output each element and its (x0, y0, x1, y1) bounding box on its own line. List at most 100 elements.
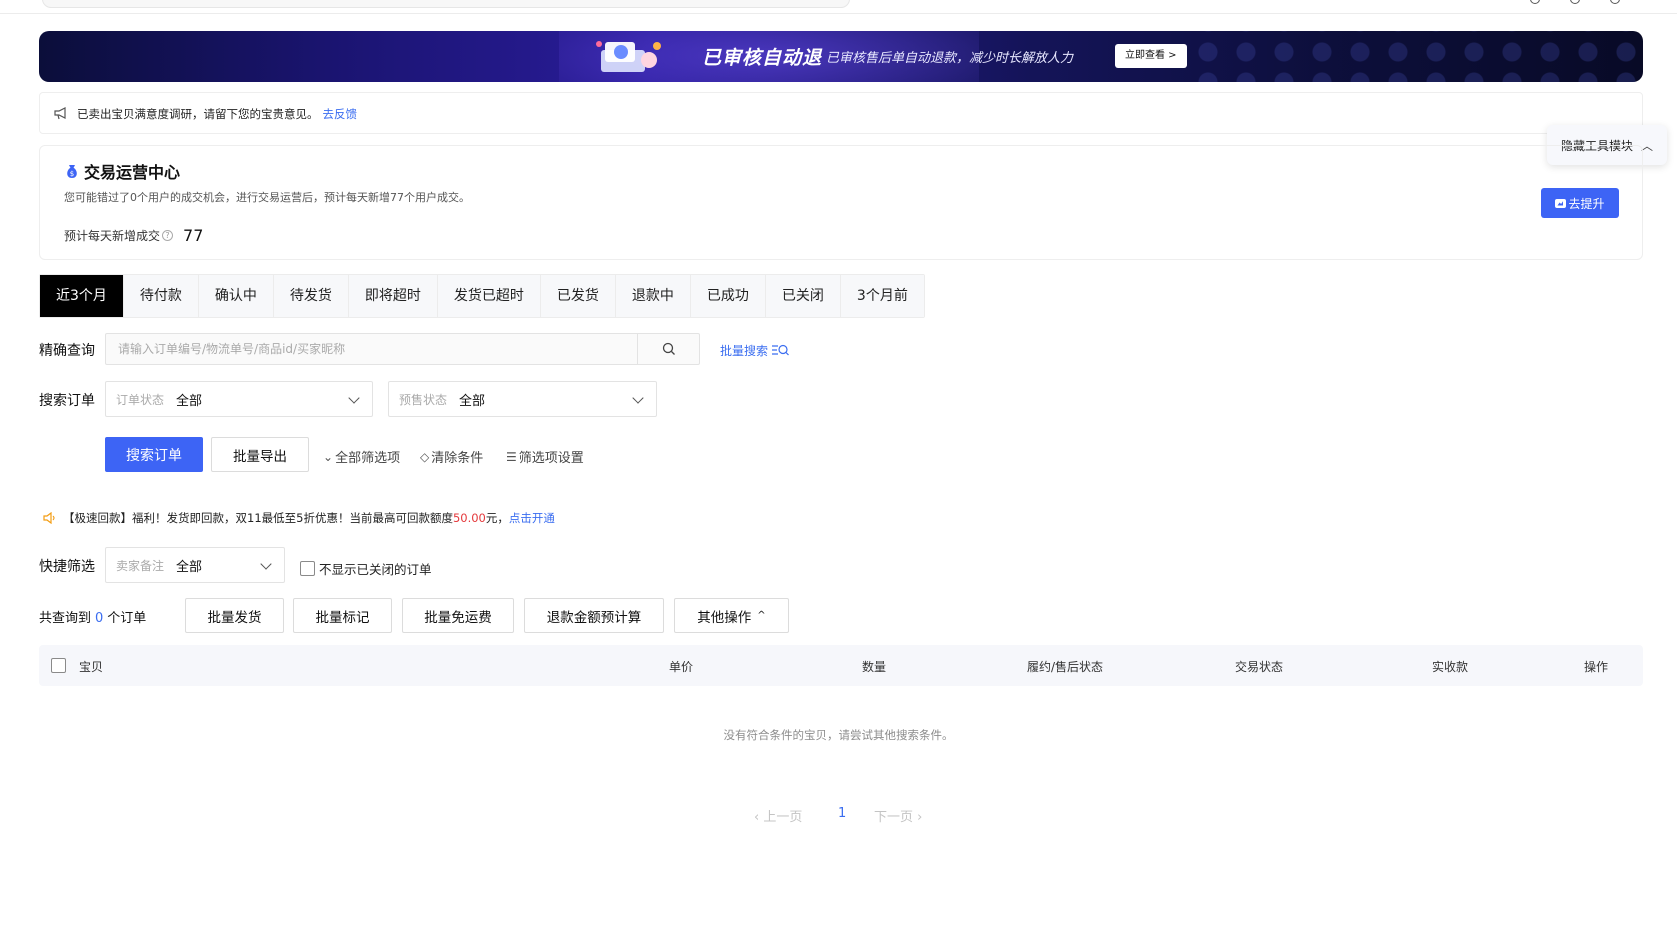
all-filters-toggle[interactable]: ⌄ 全部筛选项 (323, 447, 401, 467)
order-status-select[interactable]: 订单状态 全部 (105, 381, 373, 417)
other-actions-button[interactable]: 其他操作 ^ (674, 598, 789, 633)
clear-conditions-label: 清除条件 (431, 451, 484, 466)
hide-closed-orders-checkbox[interactable]: 不显示已关闭的订单 (300, 559, 432, 578)
help-icon[interactable]: ? (162, 230, 174, 241)
result-count: 共查询到 0 个订单 (39, 607, 146, 626)
presale-status-key: 预售状态 (399, 392, 448, 407)
select-all-checkbox[interactable] (51, 658, 66, 673)
search-orders-button[interactable]: 搜索订单 (105, 437, 203, 472)
top-icon-3[interactable] (1610, 0, 1620, 4)
speaker-icon (43, 512, 55, 524)
banner-cta-button[interactable]: 立即查看 > (1115, 44, 1187, 68)
filter-settings-label: 筛选项设置 (518, 451, 584, 466)
checkbox[interactable] (300, 561, 315, 576)
tab-last-3-months[interactable]: 近3个月 (40, 275, 124, 317)
col-trade-status: 交易状态 (1235, 660, 1284, 674)
search-icon (662, 342, 675, 355)
notice-text: 已卖出宝贝满意度调研，请留下您的宝贵意见。 去反馈 (77, 106, 357, 122)
fast-payment-promo: 【极速回款】福利！发货即回款，双11最低至5折优惠！当前最高可回款额度 50.00… (43, 510, 555, 526)
col-quantity: 数量 (862, 660, 887, 674)
chevron-left-icon: ‹ (754, 810, 760, 825)
hide-closed-label: 不显示已关闭的订单 (319, 562, 432, 577)
banner-illustration-icon (596, 41, 661, 72)
refund-precalc-button[interactable]: 退款金额预计算 (524, 598, 664, 633)
top-search-bar[interactable] (42, 0, 850, 8)
presale-status-select[interactable]: 预售状态 全部 (388, 381, 657, 417)
chevron-down-icon (348, 392, 360, 404)
menu-icon: ☰ (506, 449, 517, 464)
metric-value: 77 (183, 226, 204, 245)
order-status-value: 全部 (176, 393, 203, 409)
seller-note-key: 卖家备注 (116, 558, 165, 573)
col-item: 宝贝 (79, 660, 104, 674)
clear-conditions-button[interactable]: ◇ 清除条件 (420, 447, 484, 467)
ops-metric: 预计每天新增成交 ? 77 (64, 226, 203, 245)
batch-free-shipping-button[interactable]: 批量免运费 (402, 598, 514, 633)
banner-description: 已审核售后单自动退款，减少时长解放人力 (826, 51, 1074, 66)
banner-title: 已审核自动退 (702, 47, 823, 69)
notice-message: 已卖出宝贝满意度调研，请留下您的宝贵意见。 (77, 107, 319, 121)
empty-state-message: 没有符合条件的宝贝，请尝试其他搜索条件。 (723, 728, 954, 742)
megaphone-icon (54, 107, 66, 120)
top-icon-2[interactable] (1570, 0, 1580, 4)
order-table-header: 宝贝 单价 数量 履约/售后状态 交易状态 实收款 操作 (39, 645, 1643, 686)
order-status-tabs: 近3个月 待付款 确认中 待发货 即将超时 发货已超时 已发货 退款中 已成功 … (39, 274, 925, 318)
promo-activate-link[interactable]: 点击开通 (509, 510, 555, 526)
all-filters-label: 全部筛选项 (335, 451, 401, 466)
search-input[interactable] (106, 334, 626, 364)
seller-note-select[interactable]: 卖家备注 全部 (105, 547, 285, 583)
filter-settings-button[interactable]: ☰ 筛选项设置 (506, 447, 584, 467)
tab-to-ship[interactable]: 待发货 (273, 275, 349, 317)
seller-note-value: 全部 (176, 559, 203, 575)
other-actions-label: 其他操作 (697, 609, 752, 626)
chevron-down-icon (260, 558, 272, 570)
batch-mark-button[interactable]: 批量标记 (293, 598, 392, 633)
col-amount-received: 实收款 (1432, 660, 1469, 674)
promo-text: 【极速回款】福利！发货即回款，双11最低至5折优惠！当前最高可回款额度 (63, 511, 453, 525)
presale-status-value: 全部 (459, 393, 486, 409)
list-search-icon (771, 344, 789, 356)
tab-refunding[interactable]: 退款中 (615, 275, 691, 317)
tab-shipped[interactable]: 已发货 (540, 275, 616, 317)
top-icon-1[interactable] (1530, 0, 1540, 4)
batch-search-link[interactable]: 批量搜索 (720, 342, 790, 359)
promo-banner[interactable]: 已审核自动退 已审核售后单自动退款，减少时长解放人力 立即查看 > (39, 31, 1643, 82)
batch-export-button[interactable]: 批量导出 (211, 437, 309, 472)
batch-ship-button[interactable]: 批量发货 (185, 598, 284, 633)
improve-button-label: 去提升 (1568, 196, 1605, 211)
next-page-button[interactable]: 下一页 › (874, 806, 922, 825)
prev-page-button[interactable]: ‹ 上一页 (754, 806, 802, 825)
tab-confirming[interactable]: 确认中 (198, 275, 274, 317)
prev-page-label: 上一页 (763, 810, 803, 825)
order-status-key: 订单状态 (116, 392, 165, 407)
tab-pending-payment[interactable]: 待付款 (123, 275, 199, 317)
col-actions: 操作 (1584, 660, 1609, 674)
survey-notice: 已卖出宝贝满意度调研，请留下您的宝贵意见。 去反馈 (39, 92, 1643, 134)
tab-succeeded[interactable]: 已成功 (690, 275, 766, 317)
search-box (105, 333, 700, 365)
chevron-down-icon (632, 392, 644, 404)
chevron-up-icon: ^ (757, 610, 766, 621)
page-1-button[interactable]: 1 (838, 806, 846, 821)
banner-decoration (1189, 31, 1643, 82)
result-count-value: 0 (95, 611, 104, 626)
promo-amount: 50.00 (452, 511, 486, 525)
tab-closed[interactable]: 已关闭 (765, 275, 841, 317)
col-fulfillment-status: 履约/售后状态 (1027, 660, 1104, 674)
quick-filter-label: 快捷筛选 (39, 559, 95, 575)
ops-subtitle: 您可能错过了0个用户的成交机会，进行交易运营后，预计每天新增77个用户成交。 (64, 191, 470, 204)
tab-shipping-overdue[interactable]: 发货已超时 (437, 275, 541, 317)
tab-before-3-months[interactable]: 3个月前 (840, 275, 924, 317)
col-unit-price: 单价 (669, 660, 694, 674)
ops-header: $ 交易运营中心 (64, 159, 180, 183)
money-bag-icon: $ (67, 165, 77, 178)
metric-label: 预计每天新增成交 (64, 229, 161, 243)
tab-about-to-timeout[interactable]: 即将超时 (348, 275, 438, 317)
ops-title: 交易运营中心 (84, 163, 181, 182)
top-header-strip (0, 0, 1677, 14)
feedback-link[interactable]: 去反馈 (323, 107, 358, 121)
search-button[interactable] (637, 334, 699, 364)
batch-search-label: 批量搜索 (720, 344, 769, 358)
improve-button[interactable]: 去提升 (1541, 188, 1619, 218)
svg-text:$: $ (70, 170, 74, 178)
